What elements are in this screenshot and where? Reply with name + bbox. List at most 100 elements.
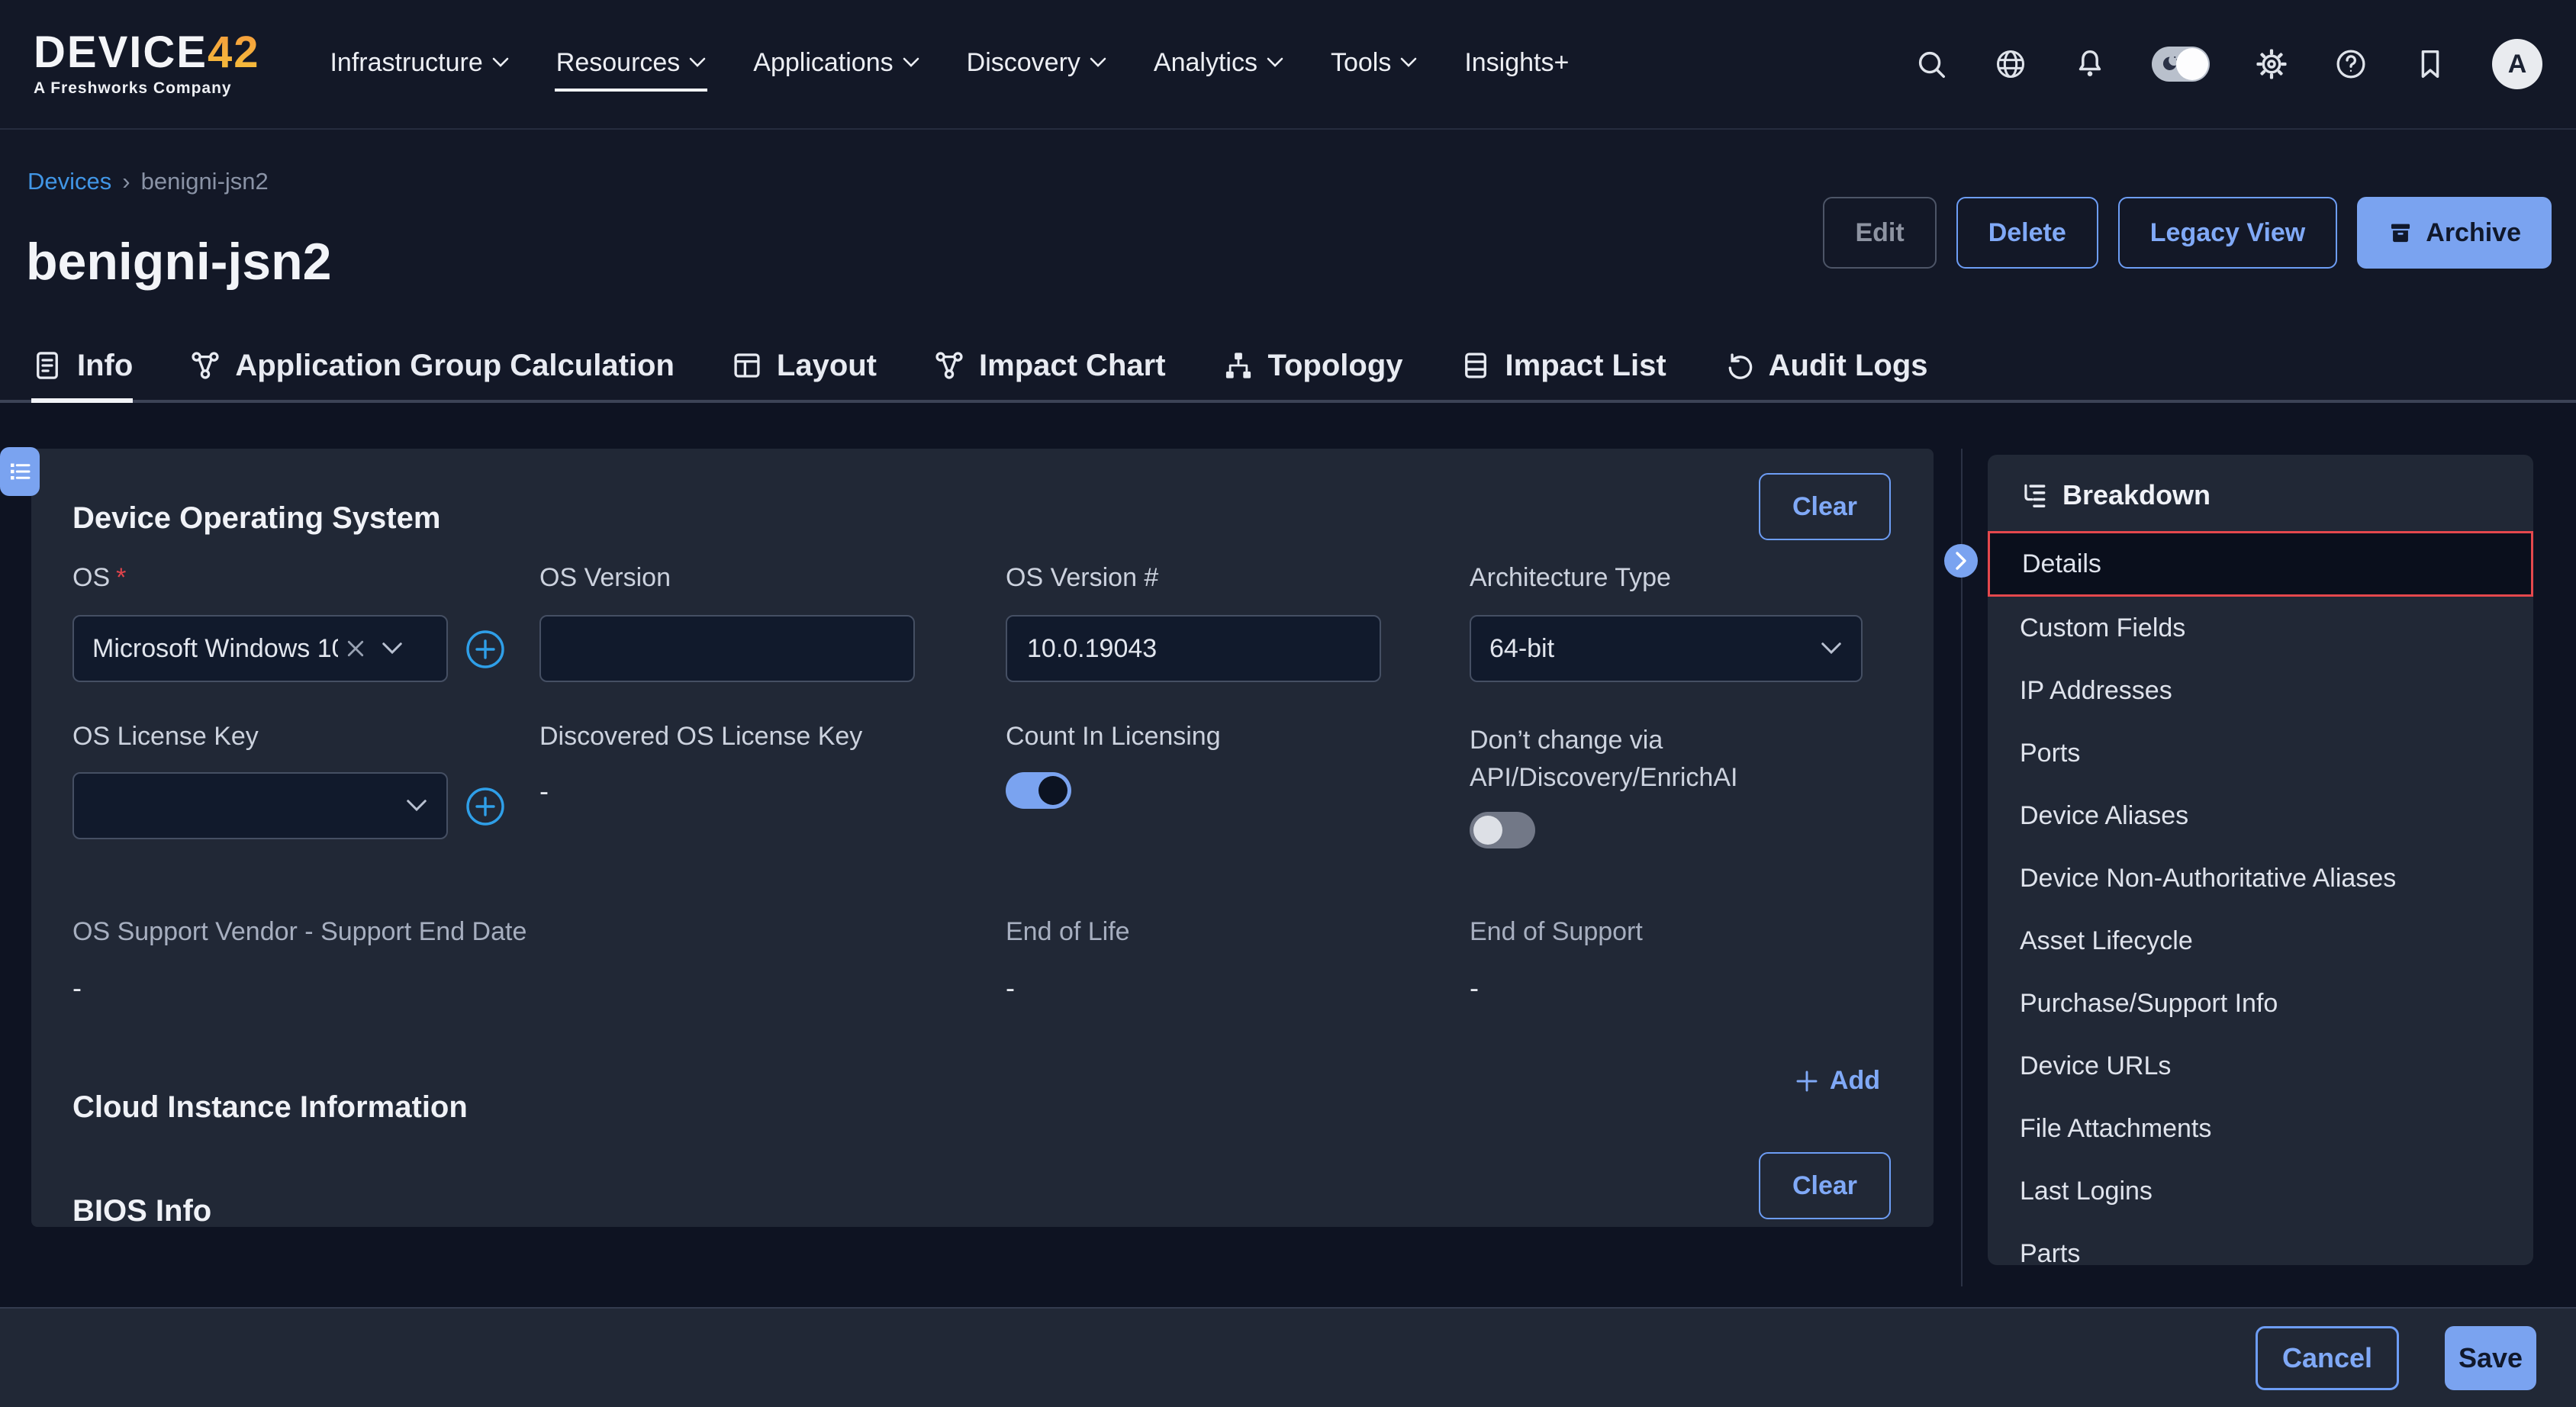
search-icon[interactable] [1914, 47, 1949, 82]
tab-impact-chart[interactable]: Impact Chart [933, 328, 1166, 403]
tab-impact-list[interactable]: Impact List [1460, 328, 1666, 403]
discovered-os-license-key-value: - [539, 775, 549, 807]
globe-icon[interactable] [1993, 47, 2028, 82]
settings-gear-icon[interactable] [2254, 47, 2289, 82]
tab-topology[interactable]: Topology [1222, 328, 1403, 403]
os-version-label: OS Version [539, 563, 671, 593]
help-icon[interactable] [2333, 47, 2368, 82]
archive-box-icon [2388, 220, 2413, 246]
brand-name: DEVICE42 [34, 31, 259, 75]
nav-label: Applications [753, 48, 893, 78]
nav-resources[interactable]: Resources [555, 37, 708, 92]
nav-discovery[interactable]: Discovery [965, 37, 1108, 92]
breakdown-item-asset-lifecycle[interactable]: Asset Lifecycle [1988, 910, 2533, 972]
tab-application-group-calculation[interactable]: Application Group Calculation [189, 328, 675, 403]
nav-infrastructure[interactable]: Infrastructure [328, 37, 510, 92]
breakdown-item-device-urls[interactable]: Device URLs [1988, 1035, 2533, 1097]
notifications-bell-icon[interactable] [2072, 47, 2107, 82]
breakdown-header: Breakdown [1988, 455, 2533, 511]
cloud-instance-add-button[interactable]: Add [1790, 1065, 1885, 1096]
nav-label: Tools [1331, 48, 1391, 78]
history-icon [1723, 349, 1755, 382]
os-support-end-value: - [72, 972, 82, 1004]
breakdown-item-last-logins[interactable]: Last Logins [1988, 1160, 2533, 1222]
clear-button-label: Clear [1792, 1171, 1857, 1200]
impact-chart-icon [933, 349, 965, 382]
top-nav-bar: DEVICE42 A Freshworks Company Infrastruc… [0, 0, 2576, 130]
os-license-key-select[interactable] [72, 772, 448, 839]
os-version-num-input[interactable] [1026, 633, 1361, 665]
os-select-value: Microsoft Windows 10 [92, 634, 338, 664]
breakdown-item-file-attachments[interactable]: File Attachments [1988, 1097, 2533, 1160]
breakdown-item-device-non-authoritative-aliases[interactable]: Device Non-Authoritative Aliases [1988, 847, 2533, 910]
breakdown-item-ports[interactable]: Ports [1988, 722, 2533, 784]
nav-insights-plus[interactable]: Insights+ [1463, 37, 1570, 92]
breakdown-item-device-aliases[interactable]: Device Aliases [1988, 784, 2533, 847]
collapse-sidebar-button[interactable] [1944, 544, 1978, 578]
cloud-instance-section-title: Cloud Instance Information [72, 1090, 468, 1125]
nav-analytics[interactable]: Analytics [1152, 37, 1285, 92]
page-title: benigni-jsn2 [26, 232, 331, 291]
panel-list-button[interactable] [0, 447, 40, 496]
save-button[interactable]: Save [2445, 1326, 2536, 1390]
theme-toggle[interactable] [2152, 47, 2210, 82]
breakdown-item-ip-addresses[interactable]: IP Addresses [1988, 659, 2533, 722]
nav-label: Infrastructure [330, 48, 482, 78]
info-document-icon [31, 349, 63, 382]
nav-applications[interactable]: Applications [752, 37, 920, 92]
tab-info[interactable]: Info [31, 328, 133, 403]
archive-button[interactable]: Archive [2357, 197, 2552, 269]
breakdown-sidebar: Breakdown Details Custom Fields IP Addre… [1988, 455, 2533, 1265]
clear-selection-x-icon[interactable] [344, 637, 367, 660]
brand-logo[interactable]: DEVICE42 A Freshworks Company [34, 31, 259, 98]
bios-info-section-title: BIOS Info [72, 1194, 211, 1228]
chevron-down-icon [405, 798, 428, 813]
breakdown-item-details[interactable]: Details [1988, 531, 2533, 597]
breakdown-item-purchase-support-info[interactable]: Purchase/Support Info [1988, 972, 2533, 1035]
cancel-button[interactable]: Cancel [2256, 1326, 2399, 1390]
edit-button[interactable]: Edit [1823, 197, 1936, 269]
breadcrumb-devices-link[interactable]: Devices [27, 168, 111, 195]
tab-layout[interactable]: Layout [731, 328, 877, 403]
discovered-os-license-key-label: Discovered OS License Key [539, 722, 862, 752]
nav-label: Discovery [967, 48, 1080, 78]
architecture-type-select[interactable]: 64-bit [1470, 615, 1863, 682]
os-select[interactable]: Microsoft Windows 10 [72, 615, 448, 682]
add-os-license-button[interactable] [465, 786, 506, 827]
os-version-input[interactable] [559, 633, 895, 665]
plus-circle-icon [465, 629, 506, 670]
tab-label: Application Group Calculation [235, 349, 675, 383]
required-asterisk: * [116, 563, 126, 592]
bios-clear-button[interactable]: Clear [1759, 1152, 1891, 1219]
plus-circle-icon [465, 786, 506, 827]
count-in-licensing-toggle[interactable] [1006, 772, 1071, 809]
brand-name-primary: DEVICE [34, 27, 208, 77]
add-os-button[interactable] [465, 629, 506, 670]
nav-tools[interactable]: Tools [1329, 37, 1418, 92]
device-os-clear-button[interactable]: Clear [1759, 473, 1891, 540]
dont-change-toggle[interactable] [1470, 812, 1535, 848]
tab-audit-logs[interactable]: Audit Logs [1723, 328, 1928, 403]
delete-button[interactable]: Delete [1956, 197, 2098, 269]
chevron-down-icon [1090, 57, 1106, 68]
bookmark-icon[interactable] [2413, 47, 2448, 82]
plus-icon [1795, 1069, 1819, 1093]
nav-label: Insights+ [1464, 48, 1569, 78]
user-avatar[interactable]: A [2492, 39, 2542, 89]
chevron-down-icon [492, 57, 509, 68]
architecture-type-value: 64-bit [1489, 634, 1554, 664]
breakdown-item-custom-fields[interactable]: Custom Fields [1988, 597, 2533, 659]
archive-button-label: Archive [2426, 218, 2521, 248]
dont-change-label: Don’t change via API/Discovery/EnrichAI [1470, 722, 1851, 797]
tab-label: Impact List [1505, 349, 1666, 383]
end-of-support-label: End of Support [1470, 917, 1643, 947]
device-tabs-bar: Info Application Group Calculation Layou… [0, 328, 2576, 403]
breadcrumb-current: benigni-jsn2 [141, 168, 269, 195]
chevron-down-icon [1400, 57, 1417, 68]
os-version-input-wrap [539, 615, 915, 682]
breakdown-item-parts[interactable]: Parts [1988, 1222, 2533, 1265]
tab-label: Layout [777, 349, 877, 383]
tab-label: Audit Logs [1769, 349, 1928, 383]
legacy-view-button[interactable]: Legacy View [2118, 197, 2338, 269]
chevron-down-icon [1267, 57, 1283, 68]
